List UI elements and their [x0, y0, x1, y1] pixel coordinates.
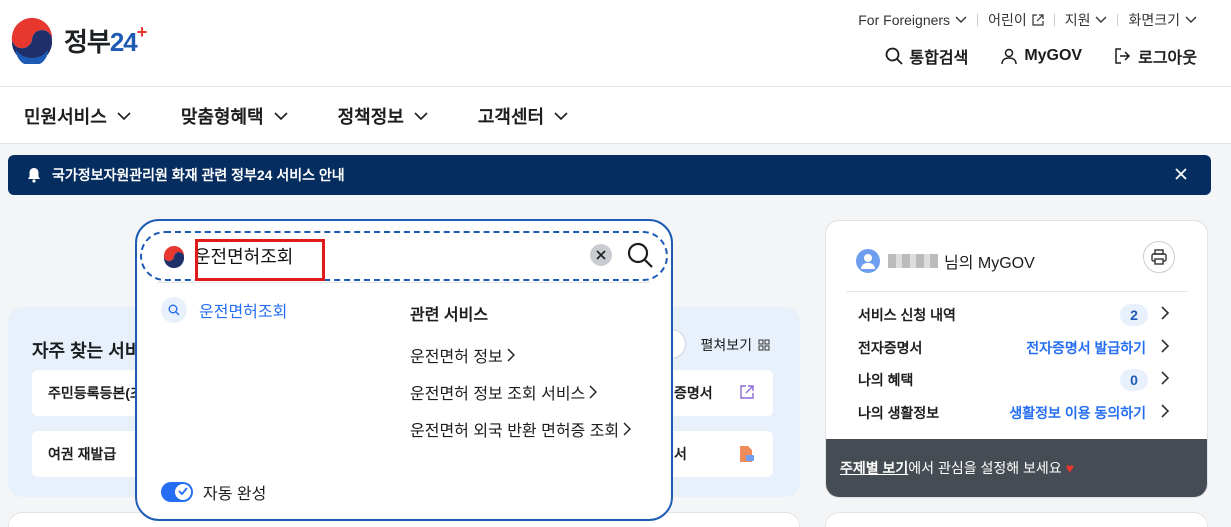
frequent-services-title: 자주 찾는 서비 — [32, 341, 142, 361]
notice-banner[interactable]: 국가정보자원관리원 화재 관련 정부24 서비스 안내 — [8, 155, 1211, 195]
chevron-down-icon — [274, 111, 288, 120]
external-link-icon — [1032, 14, 1044, 26]
chevron-down-icon — [414, 111, 428, 120]
toggle-switch[interactable] — [161, 482, 193, 502]
masked-username — [888, 254, 938, 268]
search-suggestion[interactable]: 운전면허조회 — [161, 297, 287, 323]
related-service-link[interactable]: 운전면허 정보 — [410, 343, 515, 367]
logout-button[interactable]: 로그아웃 — [1114, 44, 1197, 68]
search-dropdown: 운전면허조회 관련 서비스 운전면허 정보 운전면허 정보 조회 서비스 운전면… — [135, 219, 673, 521]
highlight-box — [195, 239, 325, 281]
util-screen-size[interactable]: 화면크기 — [1128, 10, 1197, 30]
count-badge: 0 — [1120, 369, 1148, 391]
chevron-down-icon — [554, 111, 568, 120]
chevron-down-icon — [1095, 16, 1107, 23]
heart-icon: ♥ — [1065, 460, 1074, 476]
mygov-row-applications[interactable]: 서비스 신청 내역 2 — [858, 304, 1170, 326]
clear-search-button[interactable] — [590, 244, 612, 266]
util-for-foreigners[interactable]: For Foreigners — [858, 12, 967, 28]
gov24-logo[interactable]: 정부24+ — [8, 16, 147, 64]
related-service-link[interactable]: 운전면허 외국 반환 면허증 조회 — [410, 417, 632, 441]
count-badge: 2 — [1120, 304, 1148, 326]
external-link-icon — [740, 385, 754, 399]
integrated-search-button[interactable]: 통합검색 — [885, 44, 968, 68]
util-divider — [1117, 14, 1119, 26]
search-field — [140, 231, 668, 281]
printer-icon — [1151, 249, 1167, 265]
logout-icon — [1115, 48, 1131, 64]
utility-nav: For Foreigners 어린이 지원 화면크기 — [858, 10, 1197, 30]
menu-policy-info[interactable]: 정책정보 — [338, 103, 428, 129]
main-menu: 민원서비스 맞춤형혜택 정책정보 고객센터 — [24, 103, 568, 129]
user-icon — [1001, 48, 1018, 65]
search-icon — [886, 47, 904, 65]
document-icon — [740, 446, 754, 462]
close-icon — [596, 250, 606, 260]
print-button[interactable] — [1143, 241, 1175, 273]
util-divider — [977, 14, 979, 26]
close-icon[interactable] — [1173, 166, 1189, 182]
search-icon[interactable] — [626, 241, 654, 269]
chevron-right-icon — [1161, 404, 1170, 418]
taegeuk-emblem-icon — [163, 245, 185, 269]
chevron-right-icon — [1161, 306, 1170, 320]
chevron-down-icon — [117, 111, 131, 120]
related-service-link[interactable]: 운전면허 정보 조회 서비스 — [410, 380, 598, 404]
chevron-down-icon — [1185, 16, 1197, 23]
logo-wordmark: 정부24+ — [64, 21, 147, 57]
util-kids[interactable]: 어린이 — [988, 10, 1044, 30]
grid-icon — [758, 339, 770, 351]
topic-interest-banner: 주제별 보기 에서 관심을 설정해 보세요 ♥ — [826, 439, 1207, 497]
e-certificate-link[interactable]: 전자증명서 발급하기 — [1026, 338, 1146, 358]
life-info-consent-link[interactable]: 생활정보 이용 동의하기 — [1009, 403, 1146, 423]
expand-all-button[interactable]: 펼쳐보기 — [700, 335, 770, 355]
chevron-right-icon — [1161, 371, 1170, 385]
main-menu-bar: 민원서비스 맞춤형혜택 정책정보 고객센터 — [0, 86, 1231, 144]
mygov-button[interactable]: MyGOV — [1000, 44, 1082, 68]
chevron-right-icon — [589, 385, 598, 399]
check-icon — [178, 487, 188, 496]
chevron-down-icon — [955, 16, 967, 23]
chevron-right-icon — [623, 422, 632, 436]
global-nav: 통합검색 MyGOV 로그아웃 — [885, 44, 1197, 68]
mygov-row-benefits[interactable]: 나의 혜택 0 — [858, 369, 1170, 391]
autocomplete-toggle[interactable]: 자동 완성 — [161, 480, 266, 504]
taegeuk-emblem-icon — [10, 17, 54, 64]
chevron-right-icon — [507, 348, 515, 362]
menu-civil-service[interactable]: 민원서비스 — [24, 103, 131, 129]
mygov-header: 님의 MyGOV — [856, 249, 1035, 273]
mygov-row-e-certificate[interactable]: 전자증명서 전자증명서 발급하기 — [858, 338, 1170, 358]
content-card — [825, 512, 1208, 527]
chevron-right-icon — [1161, 339, 1170, 353]
divider — [846, 291, 1187, 292]
divider — [157, 282, 651, 283]
menu-custom-benefits[interactable]: 맞춤형혜택 — [181, 103, 288, 129]
menu-customer-center[interactable]: 고객센터 — [478, 103, 568, 129]
util-support[interactable]: 지원 — [1065, 10, 1108, 30]
mygov-row-life-info[interactable]: 나의 생활정보 생활정보 이용 동의하기 — [858, 403, 1170, 423]
mygov-card: 님의 MyGOV 서비스 신청 내역 2 전자증명서 전자증명서 발급하기 나의… — [825, 220, 1208, 498]
util-divider — [1053, 14, 1055, 26]
bell-icon — [28, 168, 40, 183]
notice-text: 국가정보자원관리원 화재 관련 정부24 서비스 안내 — [52, 167, 345, 183]
avatar — [856, 249, 880, 273]
related-services-title: 관련 서비스 — [410, 307, 489, 324]
topic-view-link[interactable]: 주제별 보기 — [840, 458, 908, 478]
search-icon — [161, 297, 187, 323]
